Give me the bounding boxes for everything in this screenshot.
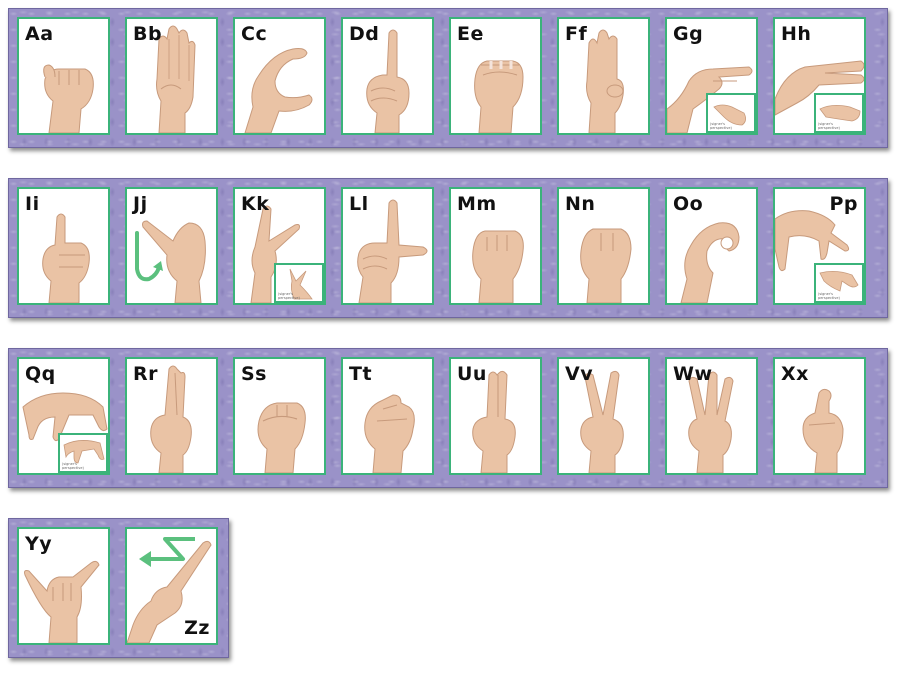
card-a: Aa [17, 17, 110, 135]
card-letter: Ii [25, 193, 40, 215]
card-z: Zz [125, 527, 218, 645]
card-letter: Ww [673, 363, 713, 385]
inset-caption: (signer's perspective) [818, 122, 840, 130]
card-letter: Ff [565, 23, 588, 45]
card-l: Ll [341, 187, 434, 305]
inset-caption: (signer's perspective) [62, 462, 84, 470]
card-letter: Ss [241, 363, 267, 385]
card-letter: Cc [241, 23, 268, 45]
alphabet-strip-3: Qq (signer's perspective) Rr Ss Tt Uu Vv… [8, 348, 888, 488]
card-q: Qq (signer's perspective) [17, 357, 110, 475]
card-u: Uu [449, 357, 542, 475]
card-letter: Jj [133, 193, 148, 215]
card-letter: Bb [133, 23, 163, 45]
signer-perspective-inset: (signer's perspective) [706, 93, 756, 133]
z-motion-arrow-icon [139, 537, 195, 567]
card-i: Ii [17, 187, 110, 305]
signer-perspective-inset: (signer's perspective) [814, 263, 864, 303]
inset-caption: (signer's perspective) [710, 122, 732, 130]
card-letter: Qq [25, 363, 56, 385]
card-v: Vv [557, 357, 650, 475]
card-letter: Xx [781, 363, 809, 385]
card-o: Oo [665, 187, 758, 305]
card-e: Ee [449, 17, 542, 135]
card-r: Rr [125, 357, 218, 475]
signer-perspective-inset: (signer's perspective) [58, 433, 108, 473]
card-y: Yy [17, 527, 110, 645]
card-k: Kk (signer's perspective) [233, 187, 326, 305]
card-p: Pp (signer's perspective) [773, 187, 866, 305]
card-letter: Rr [133, 363, 159, 385]
card-letter: Uu [457, 363, 487, 385]
card-w: Ww [665, 357, 758, 475]
card-j: Jj [125, 187, 218, 305]
card-s: Ss [233, 357, 326, 475]
card-g: Gg (signer's perspective) [665, 17, 758, 135]
card-letter: Mm [457, 193, 497, 215]
card-letter: Ll [349, 193, 369, 215]
card-x: Xx [773, 357, 866, 475]
card-letter: Nn [565, 193, 596, 215]
card-letter: Yy [25, 533, 53, 555]
card-letter: Aa [25, 23, 54, 45]
card-letter: Gg [673, 23, 704, 45]
card-letter: Ee [457, 23, 484, 45]
card-b: Bb [125, 17, 218, 135]
card-t: Tt [341, 357, 434, 475]
signer-perspective-inset: (signer's perspective) [274, 263, 324, 303]
card-letter: Kk [241, 193, 270, 215]
signer-perspective-inset: (signer's perspective) [814, 93, 864, 133]
inset-caption: (signer's perspective) [818, 292, 840, 300]
alphabet-strip-1: Aa Bb Cc Dd Ee Ff Gg (signer's perspecti… [8, 8, 888, 148]
alphabet-strip-2: Ii Jj Kk (signer's perspective) Ll Mm Nn… [8, 178, 888, 318]
card-n: Nn [557, 187, 650, 305]
card-letter: Hh [781, 23, 812, 45]
card-letter: Pp [829, 193, 858, 215]
card-letter: Oo [673, 193, 704, 215]
card-h: Hh (signer's perspective) [773, 17, 866, 135]
card-c: Cc [233, 17, 326, 135]
card-m: Mm [449, 187, 542, 305]
card-f: Ff [557, 17, 650, 135]
card-letter: Vv [565, 363, 594, 385]
card-letter: Dd [349, 23, 380, 45]
card-letter: Tt [349, 363, 373, 385]
inset-caption: (signer's perspective) [278, 292, 300, 300]
alphabet-strip-4: Yy Zz [8, 518, 229, 658]
card-letter: Zz [184, 617, 210, 639]
card-d: Dd [341, 17, 434, 135]
j-motion-arrow-icon [135, 231, 163, 282]
